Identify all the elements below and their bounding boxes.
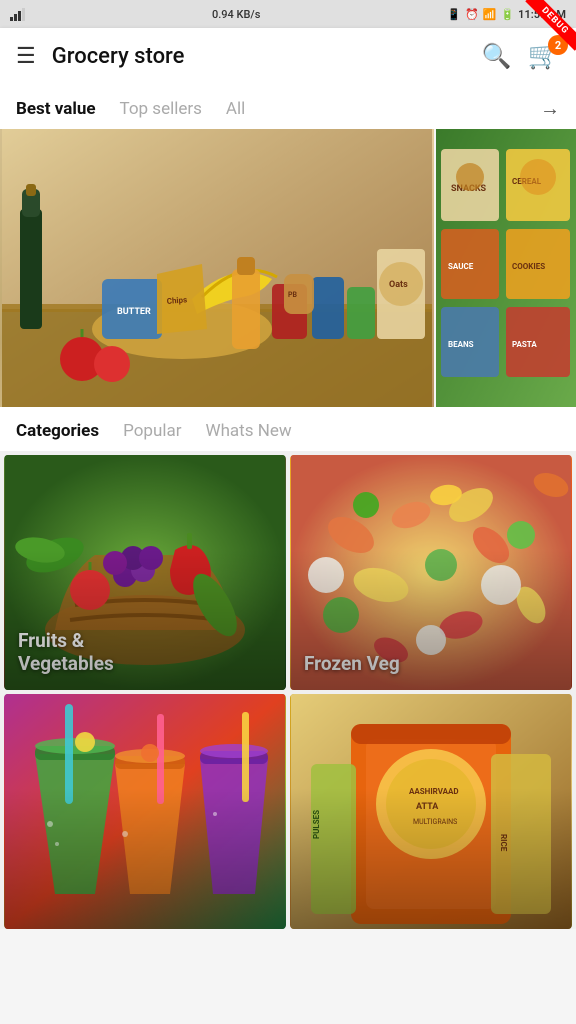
svg-text:Oats: Oats <box>389 280 408 290</box>
main-banner-scene: BUTTER Chips <box>0 129 434 407</box>
section-tabs: Categories Popular Whats New <box>0 407 576 451</box>
banner-side[interactable]: SNACKS CEREAL SAUCE COOKIES BEANS PASTA <box>436 129 576 407</box>
svg-text:RICE: RICE <box>499 834 508 852</box>
tab-popular[interactable]: Popular <box>123 421 181 441</box>
category-label-frozen-veg: Frozen Veg <box>304 652 400 676</box>
banner-area: BUTTER Chips <box>0 129 576 407</box>
svg-text:BUTTER: BUTTER <box>117 307 151 317</box>
menu-button[interactable]: ☰ <box>16 44 36 69</box>
battery-icon: 🔋 <box>500 8 514 21</box>
category-card-grains[interactable]: AASHIRVAAD ATTA MULTIGRAINS RICE PULSES <box>290 694 572 929</box>
svg-text:SAUCE: SAUCE <box>448 262 474 271</box>
tab-top-sellers[interactable]: Top sellers <box>120 99 202 119</box>
tab-categories[interactable]: Categories <box>16 421 99 441</box>
category-card-drinks[interactable] <box>4 694 286 929</box>
category-card-fruits-veg[interactable]: Fruits &Vegetables <box>4 455 286 690</box>
svg-text:PB: PB <box>288 291 298 299</box>
search-button[interactable]: 🔍 <box>482 42 512 70</box>
svg-text:ATTA: ATTA <box>416 802 439 812</box>
alarm-icon: ⏰ <box>465 8 479 21</box>
svg-text:COOKIES: COOKIES <box>512 262 545 271</box>
tab-all[interactable]: All <box>226 99 245 119</box>
app-bar: ☰ Grocery store 🔍 🛒 2 <box>0 28 576 84</box>
svg-text:Chips: Chips <box>166 295 187 306</box>
debug-ribbon <box>516 0 576 60</box>
category-label-fruits-veg: Fruits &Vegetables <box>18 629 114 677</box>
tab-whats-new[interactable]: Whats New <box>205 421 291 441</box>
signal-icon <box>10 7 25 21</box>
status-bar: 0.94 KB/s 📱 ⏰ 📶 🔋 11:57 AM <box>0 0 576 28</box>
wifi-icon: 📶 <box>483 8 497 21</box>
category-grid: Fruits &Vegetables <box>0 451 576 929</box>
svg-text:PASTA: PASTA <box>512 340 537 349</box>
svg-text:BEANS: BEANS <box>448 340 474 349</box>
tabs-arrow[interactable]: → <box>540 96 560 121</box>
value-tabs: Best value Top sellers All → <box>0 84 576 129</box>
banner-main[interactable]: BUTTER Chips <box>0 129 434 407</box>
svg-text:AASHIRVAAD: AASHIRVAAD <box>409 787 459 796</box>
svg-text:PULSES: PULSES <box>312 810 321 839</box>
status-speed: 0.94 KB/s <box>212 8 260 21</box>
status-left <box>10 7 25 21</box>
svg-text:MULTIGRAINS: MULTIGRAINS <box>413 818 457 826</box>
app-title: Grocery store <box>52 44 482 69</box>
tab-best-value[interactable]: Best value <box>16 99 96 119</box>
category-card-frozen-veg[interactable]: Frozen Veg <box>290 455 572 690</box>
device-icon: 📱 <box>447 8 461 21</box>
